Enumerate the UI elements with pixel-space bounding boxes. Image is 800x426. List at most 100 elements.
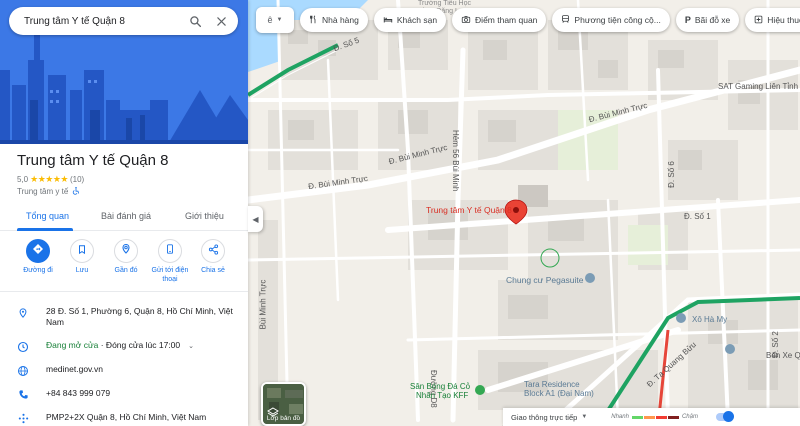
map-type-label: ê: [267, 15, 273, 25]
poi-label[interactable]: Tara Residence: [524, 380, 580, 389]
website-row[interactable]: medinet.gov.vn: [0, 364, 248, 377]
location-icon: [0, 306, 46, 319]
phone-row[interactable]: +84 843 999 079: [0, 388, 248, 400]
search-input[interactable]: Trung tâm Y tế Quận 8: [24, 16, 182, 27]
nearby-icon: [120, 242, 132, 260]
street-label: Đ. Số 6: [666, 161, 676, 188]
clock-icon: [0, 340, 46, 353]
layers-button[interactable]: Lớp bản đồ: [261, 382, 306, 426]
nearby-label: Gần đó: [114, 267, 138, 274]
closing-time: · Đóng cửa lúc 17:00: [98, 340, 181, 350]
category-chips: ê ▼ Nhà hàng Khách sạn Điểm tham quan Ph…: [256, 7, 800, 33]
camera-icon: [461, 15, 471, 26]
poi-label[interactable]: Xô Hà My: [692, 315, 727, 324]
traffic-fast-label: Nhanh: [611, 414, 629, 420]
share-icon: [208, 242, 219, 260]
street-label: Đ. Số 1: [684, 212, 711, 221]
place-hero-image[interactable]: Trung tâm Y tế Quận 8: [0, 0, 248, 144]
plus-code-icon: [0, 412, 46, 424]
parking-icon: P: [684, 15, 691, 25]
restaurant-icon: [309, 14, 318, 26]
pin-label: Trung tâm Y tế Quận 8: [426, 205, 512, 215]
directions-icon: [32, 242, 44, 260]
rating-stars-icon: ★★★★★: [30, 174, 68, 184]
chip-label: Phương tiện công cộ...: [574, 15, 661, 25]
chip-label: Hiệu thuốc: [767, 15, 800, 25]
street-label: Bùi Minh Trực: [258, 279, 268, 330]
rating-value: 5,0: [17, 175, 29, 184]
chevron-left-icon: ◀: [252, 214, 259, 224]
phone-number[interactable]: +84 843 999 079: [46, 388, 236, 399]
traffic-toggle[interactable]: [715, 411, 734, 422]
chip-label: Bãi đỗ xe: [694, 15, 731, 25]
chip-pharmacy[interactable]: Hiệu thuốc: [745, 8, 800, 32]
search-icon[interactable]: [182, 8, 208, 34]
poi-label[interactable]: Block A1 (Đại Nam): [524, 389, 594, 398]
accessibility-icon: [72, 186, 80, 197]
poi-label[interactable]: Trường Tiểu Học: [418, 0, 471, 7]
transit-icon: [561, 14, 570, 26]
chip-label: Khách sạn: [396, 15, 438, 25]
active-tab-indicator: [17, 228, 73, 231]
chip-label: Nhà hàng: [322, 15, 359, 25]
poi-label[interactable]: Sân Bóng Đá Cỏ: [410, 382, 470, 391]
place-category[interactable]: Trung tâm y tế: [17, 187, 68, 196]
share-button[interactable]: Chia sẻ: [190, 239, 236, 275]
globe-icon: [0, 364, 46, 377]
map-graphics: [248, 0, 800, 426]
chip-parking[interactable]: P Bãi đỗ xe: [675, 8, 740, 32]
send-to-phone-icon: [165, 242, 175, 260]
phone-icon: [0, 388, 46, 400]
map-canvas[interactable]: Trung tâm Y tế Quận 8 Đ. Bùi Minh Trực Đ…: [248, 0, 800, 426]
chevron-down-icon[interactable]: ⌄: [188, 343, 194, 350]
website-link[interactable]: medinet.gov.vn: [46, 364, 236, 375]
place-category-row: Trung tâm y tế: [17, 186, 80, 197]
send-to-phone-label: Gửi tới điện thoại: [151, 267, 189, 283]
tab-reviews[interactable]: Bài đánh giá: [101, 211, 151, 221]
action-buttons: Đường đi Lưu Gần đó Gửi tới điện thoại C…: [0, 237, 248, 292]
plus-code-row[interactable]: PMP2+2X Quận 8, Hồ Chí Minh, Việt Nam: [0, 412, 248, 424]
hotel-icon: [383, 15, 393, 26]
maps-window: Trung tâm Y tế Quận 8 Đ. Bùi Minh Trực Đ…: [0, 0, 800, 426]
traffic-slow-label: Chậm: [681, 414, 698, 420]
address-text: 28 Đ. Số 1, Phường 6, Quận 8, Hồ Chí Min…: [46, 306, 233, 327]
traffic-label[interactable]: Giao thông trực tiếp: [511, 413, 577, 422]
directions-label: Đường đi: [23, 267, 53, 274]
chip-hotels[interactable]: Khách sạn: [373, 8, 447, 32]
street-label: Hẻm 56 Bùi Minh: [451, 130, 460, 192]
chip-restaurants[interactable]: Nhà hàng: [300, 8, 368, 32]
tab-overview[interactable]: Tổng quan: [26, 211, 69, 221]
poi-label[interactable]: Nhân Tạo KFF: [416, 391, 468, 400]
poi-label[interactable]: SAT Gaming Liên Tỉnh: [718, 82, 798, 91]
pharmacy-icon: [754, 15, 763, 26]
chip-transit[interactable]: Phương tiện công cộ...: [552, 8, 670, 32]
collapse-panel-button[interactable]: ◀: [248, 206, 263, 232]
address-row[interactable]: 28 Đ. Số 1, Phường 6, Quận 8, Hồ Chí Min…: [0, 306, 248, 328]
map-type-button[interactable]: ê ▼: [256, 7, 294, 33]
bookmark-icon: [77, 242, 87, 260]
place-rating[interactable]: 5,0 ★★★★★ (10): [17, 174, 84, 185]
poi-label[interactable]: Chung cư Pegasuite: [506, 275, 584, 285]
share-label: Chia sẻ: [201, 267, 225, 274]
place-tabs: Tổng quan Bài đánh giá Giới thiệu: [0, 203, 248, 231]
chip-attractions[interactable]: Điểm tham quan: [452, 8, 547, 32]
nearby-button[interactable]: Gần đó: [103, 239, 149, 275]
tab-about[interactable]: Giới thiệu: [185, 211, 224, 221]
plus-code-text: PMP2+2X Quận 8, Hồ Chí Minh, Việt Nam: [46, 412, 207, 422]
open-status: Đang mở cửa: [46, 340, 99, 350]
poi-label[interactable]: Bến Xe Quận 8: [766, 351, 800, 360]
directions-button[interactable]: Đường đi: [15, 239, 61, 275]
layers-label: Lớp bản đồ: [266, 415, 301, 422]
caret-down-icon[interactable]: ▼: [581, 414, 587, 420]
hours-row[interactable]: Đang mở cửa · Đóng cửa lúc 17:00 ⌄: [0, 340, 248, 353]
traffic-bar: Giao thông trực tiếp ▼ Nhanh Chậm: [503, 408, 800, 426]
save-label: Lưu: [75, 267, 89, 274]
place-panel: Trung tâm Y tế Quận 8 Trung tâm Y tế Quậ…: [0, 0, 248, 426]
traffic-legend-scale: [631, 415, 679, 419]
save-button[interactable]: Lưu: [59, 239, 105, 275]
close-icon[interactable]: [208, 8, 234, 34]
caret-down-icon: ▼: [276, 17, 283, 23]
send-to-phone-button[interactable]: Gửi tới điện thoại: [147, 239, 193, 284]
review-count[interactable]: (10): [70, 175, 84, 184]
search-box[interactable]: Trung tâm Y tế Quận 8: [9, 7, 238, 35]
